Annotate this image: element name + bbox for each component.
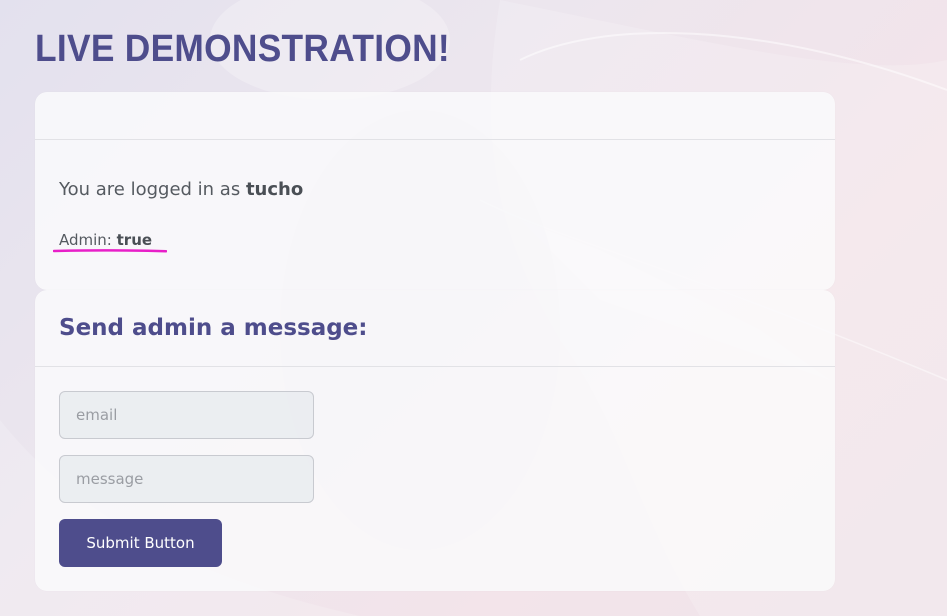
highlight-underline [53,249,167,253]
admin-label: Admin: [59,231,117,249]
message-card-title: Send admin a message: [59,315,368,341]
logged-in-text: You are logged in as tucho [59,179,303,200]
message-card: Send admin a message: Submit Button [35,290,835,591]
email-field[interactable] [59,391,314,439]
logged-in-prefix: You are logged in as [59,179,246,200]
username: tucho [245,179,304,200]
message-card-header: Send admin a message: [35,290,835,367]
user-status-card: You are logged in as tucho Admin: true [35,92,835,290]
admin-value: true [116,231,153,249]
submit-button[interactable]: Submit Button [59,519,222,567]
card-header-empty [35,92,835,140]
message-field[interactable] [59,455,314,503]
admin-status: Admin: true [59,231,152,249]
page-title: LIVE DEMONSTRATION! [35,28,450,70]
